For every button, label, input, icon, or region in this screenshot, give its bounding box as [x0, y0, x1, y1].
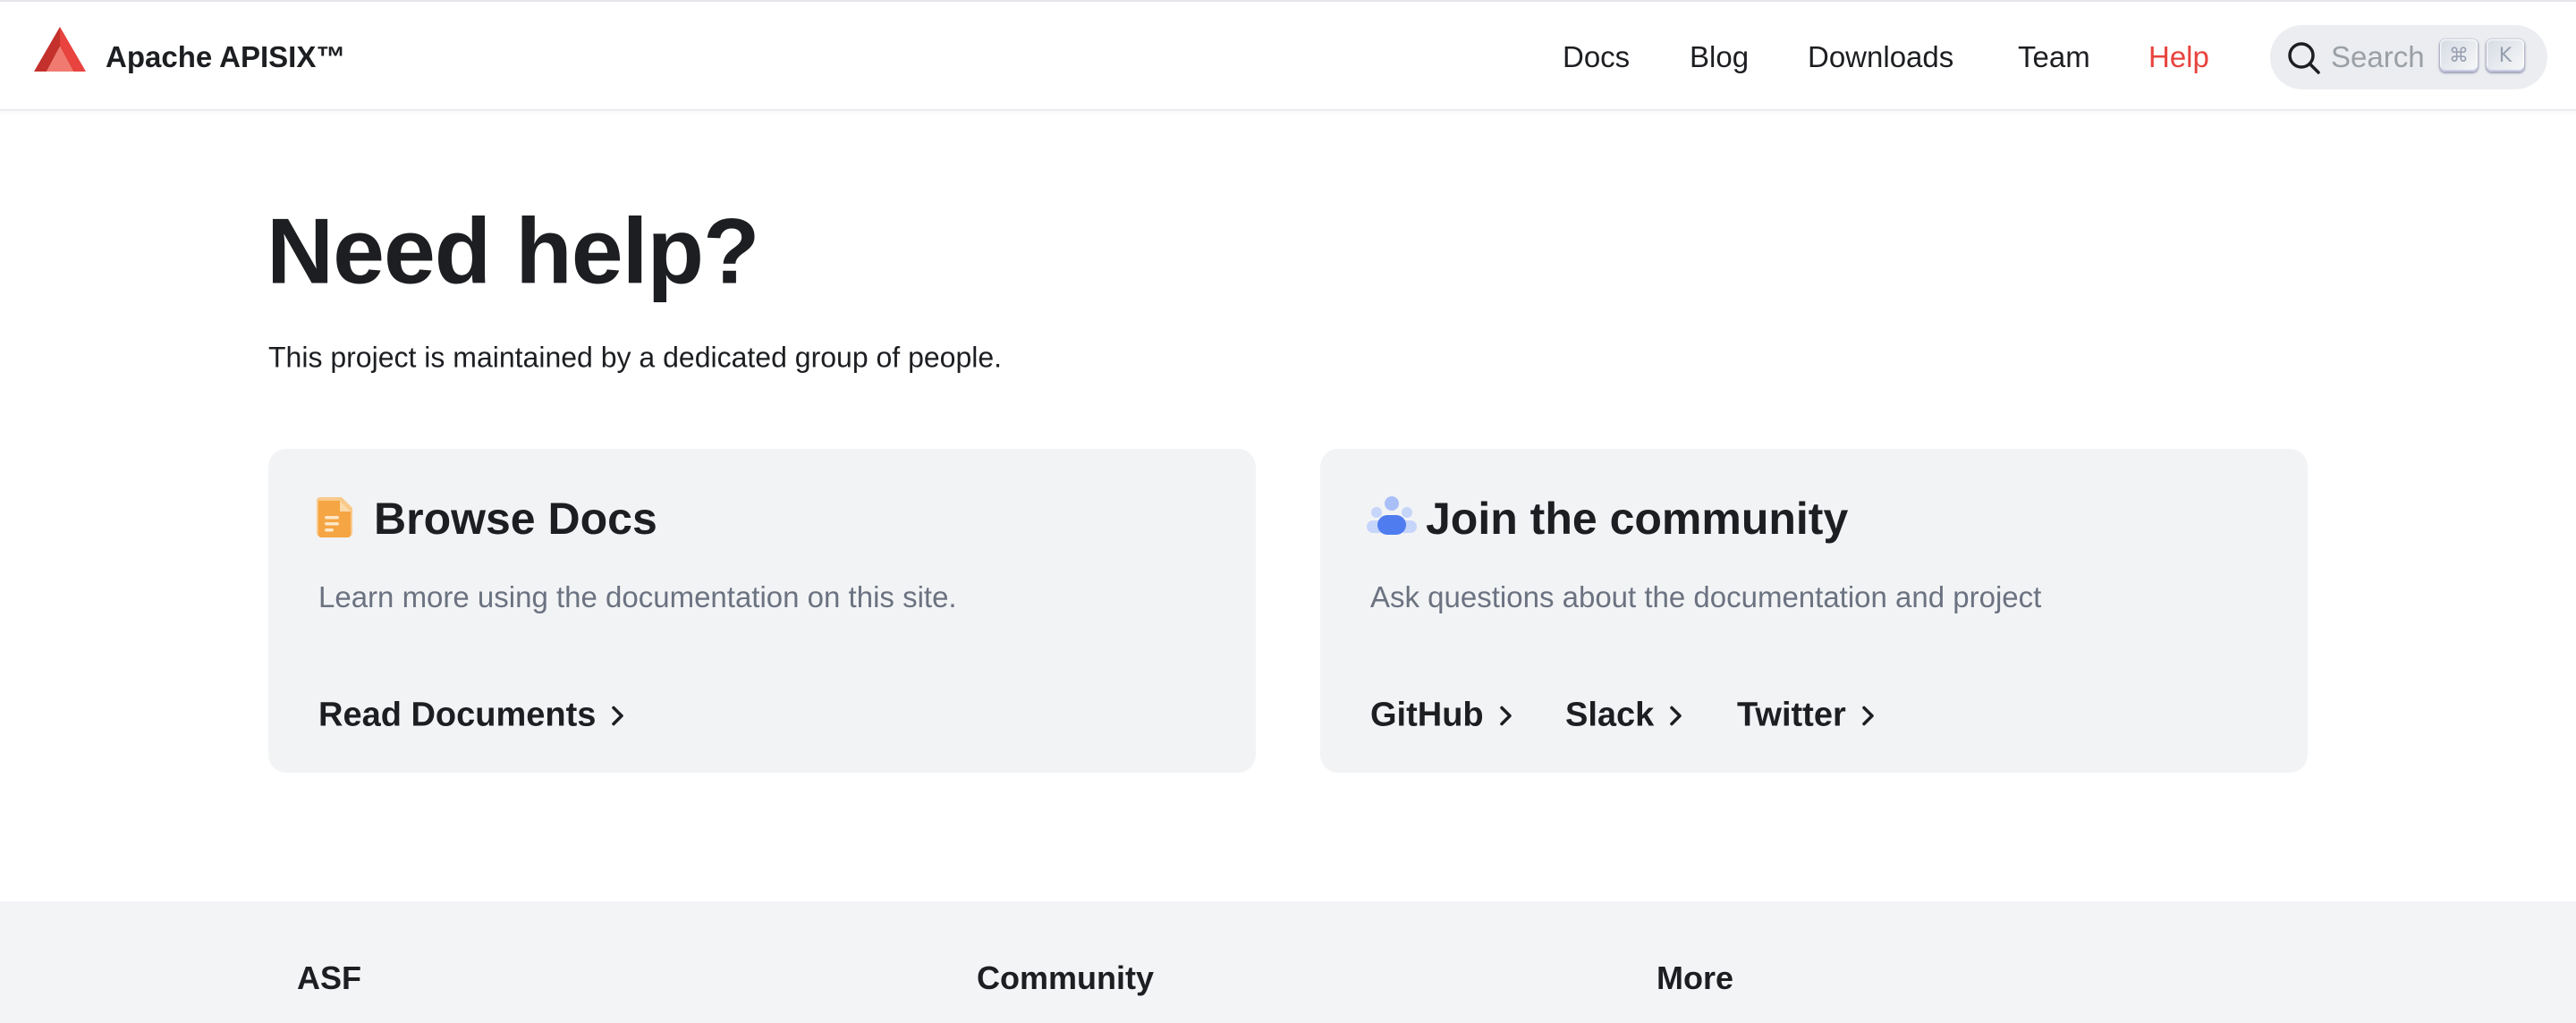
shortcut-key-cmd: ⌘ — [2440, 39, 2478, 72]
join-community-description: Ask questions about the documentation an… — [1370, 580, 2042, 613]
page-subtitle: This project is maintained by a dedicate… — [268, 341, 1003, 374]
nav-link-team[interactable]: Team — [2018, 40, 2090, 74]
document-icon — [317, 497, 352, 537]
nav-link-blog[interactable]: Blog — [1690, 40, 1749, 74]
navbar: Apache APISIX™ Docs Blog Downloads Team … — [0, 0, 2576, 111]
join-community-title: Join the community — [1426, 494, 1849, 544]
apisix-logo-icon — [34, 27, 86, 72]
twitter-label: Twitter — [1737, 696, 1846, 734]
twitter-link[interactable]: Twitter — [1737, 697, 1877, 735]
footer-heading-asf: ASF — [297, 960, 361, 996]
browse-docs-title: Browse Docs — [374, 494, 657, 544]
brand-link[interactable] — [34, 27, 86, 72]
browse-docs-description: Learn more using the documentation on th… — [318, 580, 957, 613]
page-title: Need help? — [267, 199, 760, 304]
chevron-right-icon — [612, 706, 624, 725]
page: Apache APISIX™ Docs Blog Downloads Team … — [0, 0, 2576, 1023]
search-placeholder: Search — [2331, 40, 2425, 73]
brand-title[interactable]: Apache APISIX™ — [106, 40, 345, 74]
github-label: GitHub — [1370, 696, 1484, 734]
browse-docs-card: Browse Docs Learn more using the documen… — [268, 449, 1256, 773]
search-icon — [2288, 42, 2320, 74]
chevron-right-icon — [1670, 706, 1682, 725]
chevron-right-icon — [1499, 706, 1512, 725]
slack-link[interactable]: Slack — [1565, 697, 1684, 735]
slack-label: Slack — [1565, 696, 1655, 734]
join-community-card: Join the community Ask questions about t… — [1320, 449, 2308, 773]
shortcut-key-k: K — [2487, 39, 2524, 72]
footer: ASF Community More — [0, 901, 2576, 1023]
nav-link-help[interactable]: Help — [2148, 40, 2209, 74]
github-link[interactable]: GitHub — [1370, 697, 1514, 735]
chevron-right-icon — [1862, 706, 1874, 725]
read-documents-link[interactable]: Read Documents — [318, 697, 626, 735]
search-button[interactable]: Search ⌘ K — [2270, 25, 2547, 89]
nav-link-downloads[interactable]: Downloads — [1808, 40, 1953, 74]
footer-heading-more: More — [1657, 960, 1734, 996]
read-documents-label: Read Documents — [318, 696, 597, 734]
nav-link-docs[interactable]: Docs — [1563, 40, 1630, 74]
footer-heading-community: Community — [977, 960, 1154, 996]
community-icon — [1367, 496, 1417, 535]
